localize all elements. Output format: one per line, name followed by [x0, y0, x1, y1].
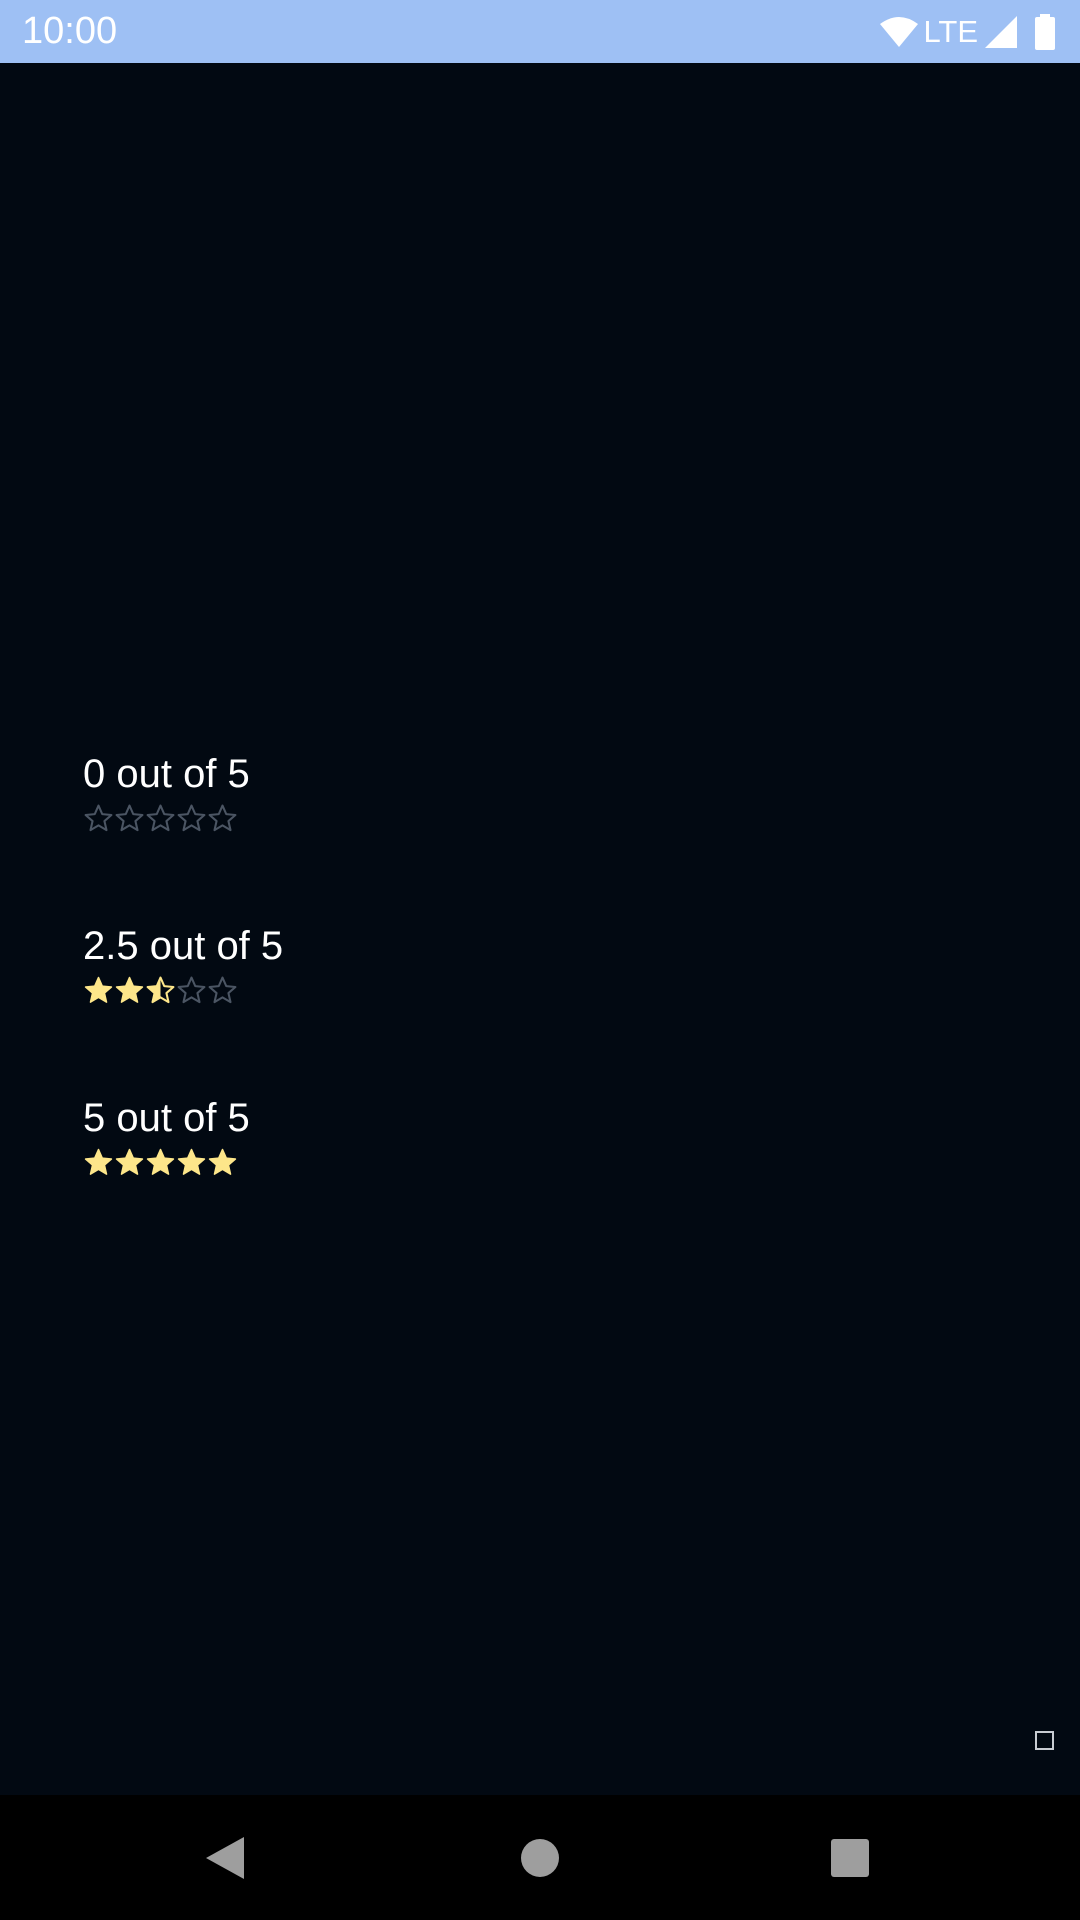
- status-bar: 10:00 LTE: [0, 0, 1080, 63]
- star-filled-icon[interactable]: [114, 1147, 145, 1178]
- wifi-icon: [880, 17, 919, 47]
- star-empty-icon[interactable]: [207, 975, 238, 1006]
- star-empty-icon[interactable]: [207, 803, 238, 834]
- star-half-icon[interactable]: [145, 975, 176, 1006]
- back-button[interactable]: [165, 1795, 285, 1920]
- rating-row-2: 5 out of 5: [83, 1095, 250, 1178]
- rating-label: 2.5 out of 5: [83, 924, 284, 968]
- back-icon: [206, 1836, 244, 1879]
- navigation-bar: [0, 1795, 1080, 1920]
- battery-icon: [1035, 14, 1055, 50]
- star-filled-icon[interactable]: [83, 1147, 114, 1178]
- star-rating[interactable]: [83, 1147, 250, 1178]
- star-filled-icon[interactable]: [176, 1147, 207, 1178]
- star-empty-icon[interactable]: [83, 803, 114, 834]
- rating-row-0: 0 out of 5: [83, 751, 250, 834]
- rating-row-1: 2.5 out of 5: [83, 923, 283, 1006]
- rating-label: 5 out of 5: [83, 1096, 250, 1140]
- star-filled-icon[interactable]: [145, 1147, 176, 1178]
- star-empty-icon[interactable]: [145, 803, 176, 834]
- star-filled-icon[interactable]: [83, 975, 114, 1006]
- status-time: 10:00: [22, 10, 118, 52]
- recents-button[interactable]: [790, 1795, 910, 1920]
- star-empty-icon[interactable]: [176, 975, 207, 1006]
- main-content: 0 out of 5 2.5 out of 5 5 out of 5: [0, 63, 1080, 1795]
- network-type: LTE: [923, 14, 978, 49]
- star-rating[interactable]: [83, 803, 250, 834]
- star-rating[interactable]: [83, 975, 283, 1006]
- status-icons: LTE: [879, 12, 1058, 52]
- star-filled-icon[interactable]: [207, 1147, 238, 1178]
- star-filled-icon[interactable]: [114, 975, 145, 1006]
- home-icon: [521, 1838, 559, 1877]
- signal-icon: [985, 16, 1017, 48]
- corner-square-icon: [1035, 1731, 1054, 1750]
- home-button[interactable]: [480, 1795, 600, 1920]
- recents-icon: [831, 1838, 869, 1877]
- rating-label: 0 out of 5: [83, 752, 250, 796]
- star-empty-icon[interactable]: [176, 803, 207, 834]
- star-empty-icon[interactable]: [114, 803, 145, 834]
